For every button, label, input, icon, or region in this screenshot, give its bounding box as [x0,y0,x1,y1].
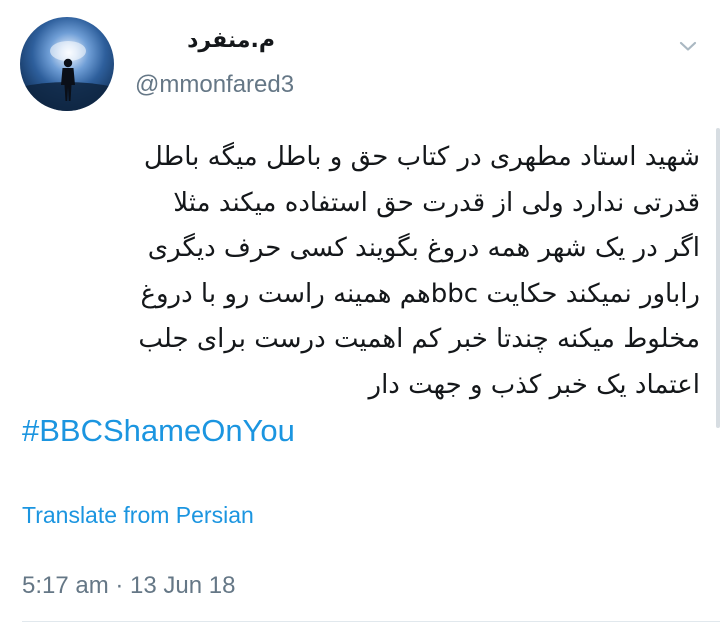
tweet-text-line: قدرتی ندارد ولی از قدرت حق استفاده میکند… [173,187,700,218]
avatar[interactable] [20,17,114,111]
tweet-text-line: اگر در یک شهر همه دروغ بگویند کسی حرف دی… [147,233,700,263]
tweet-text-line: شهید استاد مطهری در کتاب حق و باطل میگه … [143,142,700,172]
tweet-card: م.منفرد @mmonfared3 شهید استاد مطهری در … [0,0,720,625]
timestamp[interactable]: 5:17 am · 13 Jun 18 [22,570,235,602]
tweet-text-line: مخلوط میکنه چندتا خبر کم اهمیت درست برای… [138,324,700,354]
tweet-text: شهید استاد مطهری در کتاب حق و باطل میگه … [18,135,700,408]
scrollbar[interactable] [716,128,720,428]
translate-link[interactable]: Translate from Persian [22,500,254,530]
hashtag-link[interactable]: #BBCShameOnYou [22,411,295,451]
chevron-down-icon[interactable] [676,34,700,58]
display-name[interactable]: م.منفرد [135,26,275,56]
user-handle[interactable]: @mmonfared3 [135,70,294,100]
tweet-text-line: اعتماد یک خبر کذب و جهت دار [368,369,700,400]
divider [22,621,720,622]
tweet-text-line: راباور نمیکند حکایت bbcهم همینه راست رو … [140,278,700,309]
